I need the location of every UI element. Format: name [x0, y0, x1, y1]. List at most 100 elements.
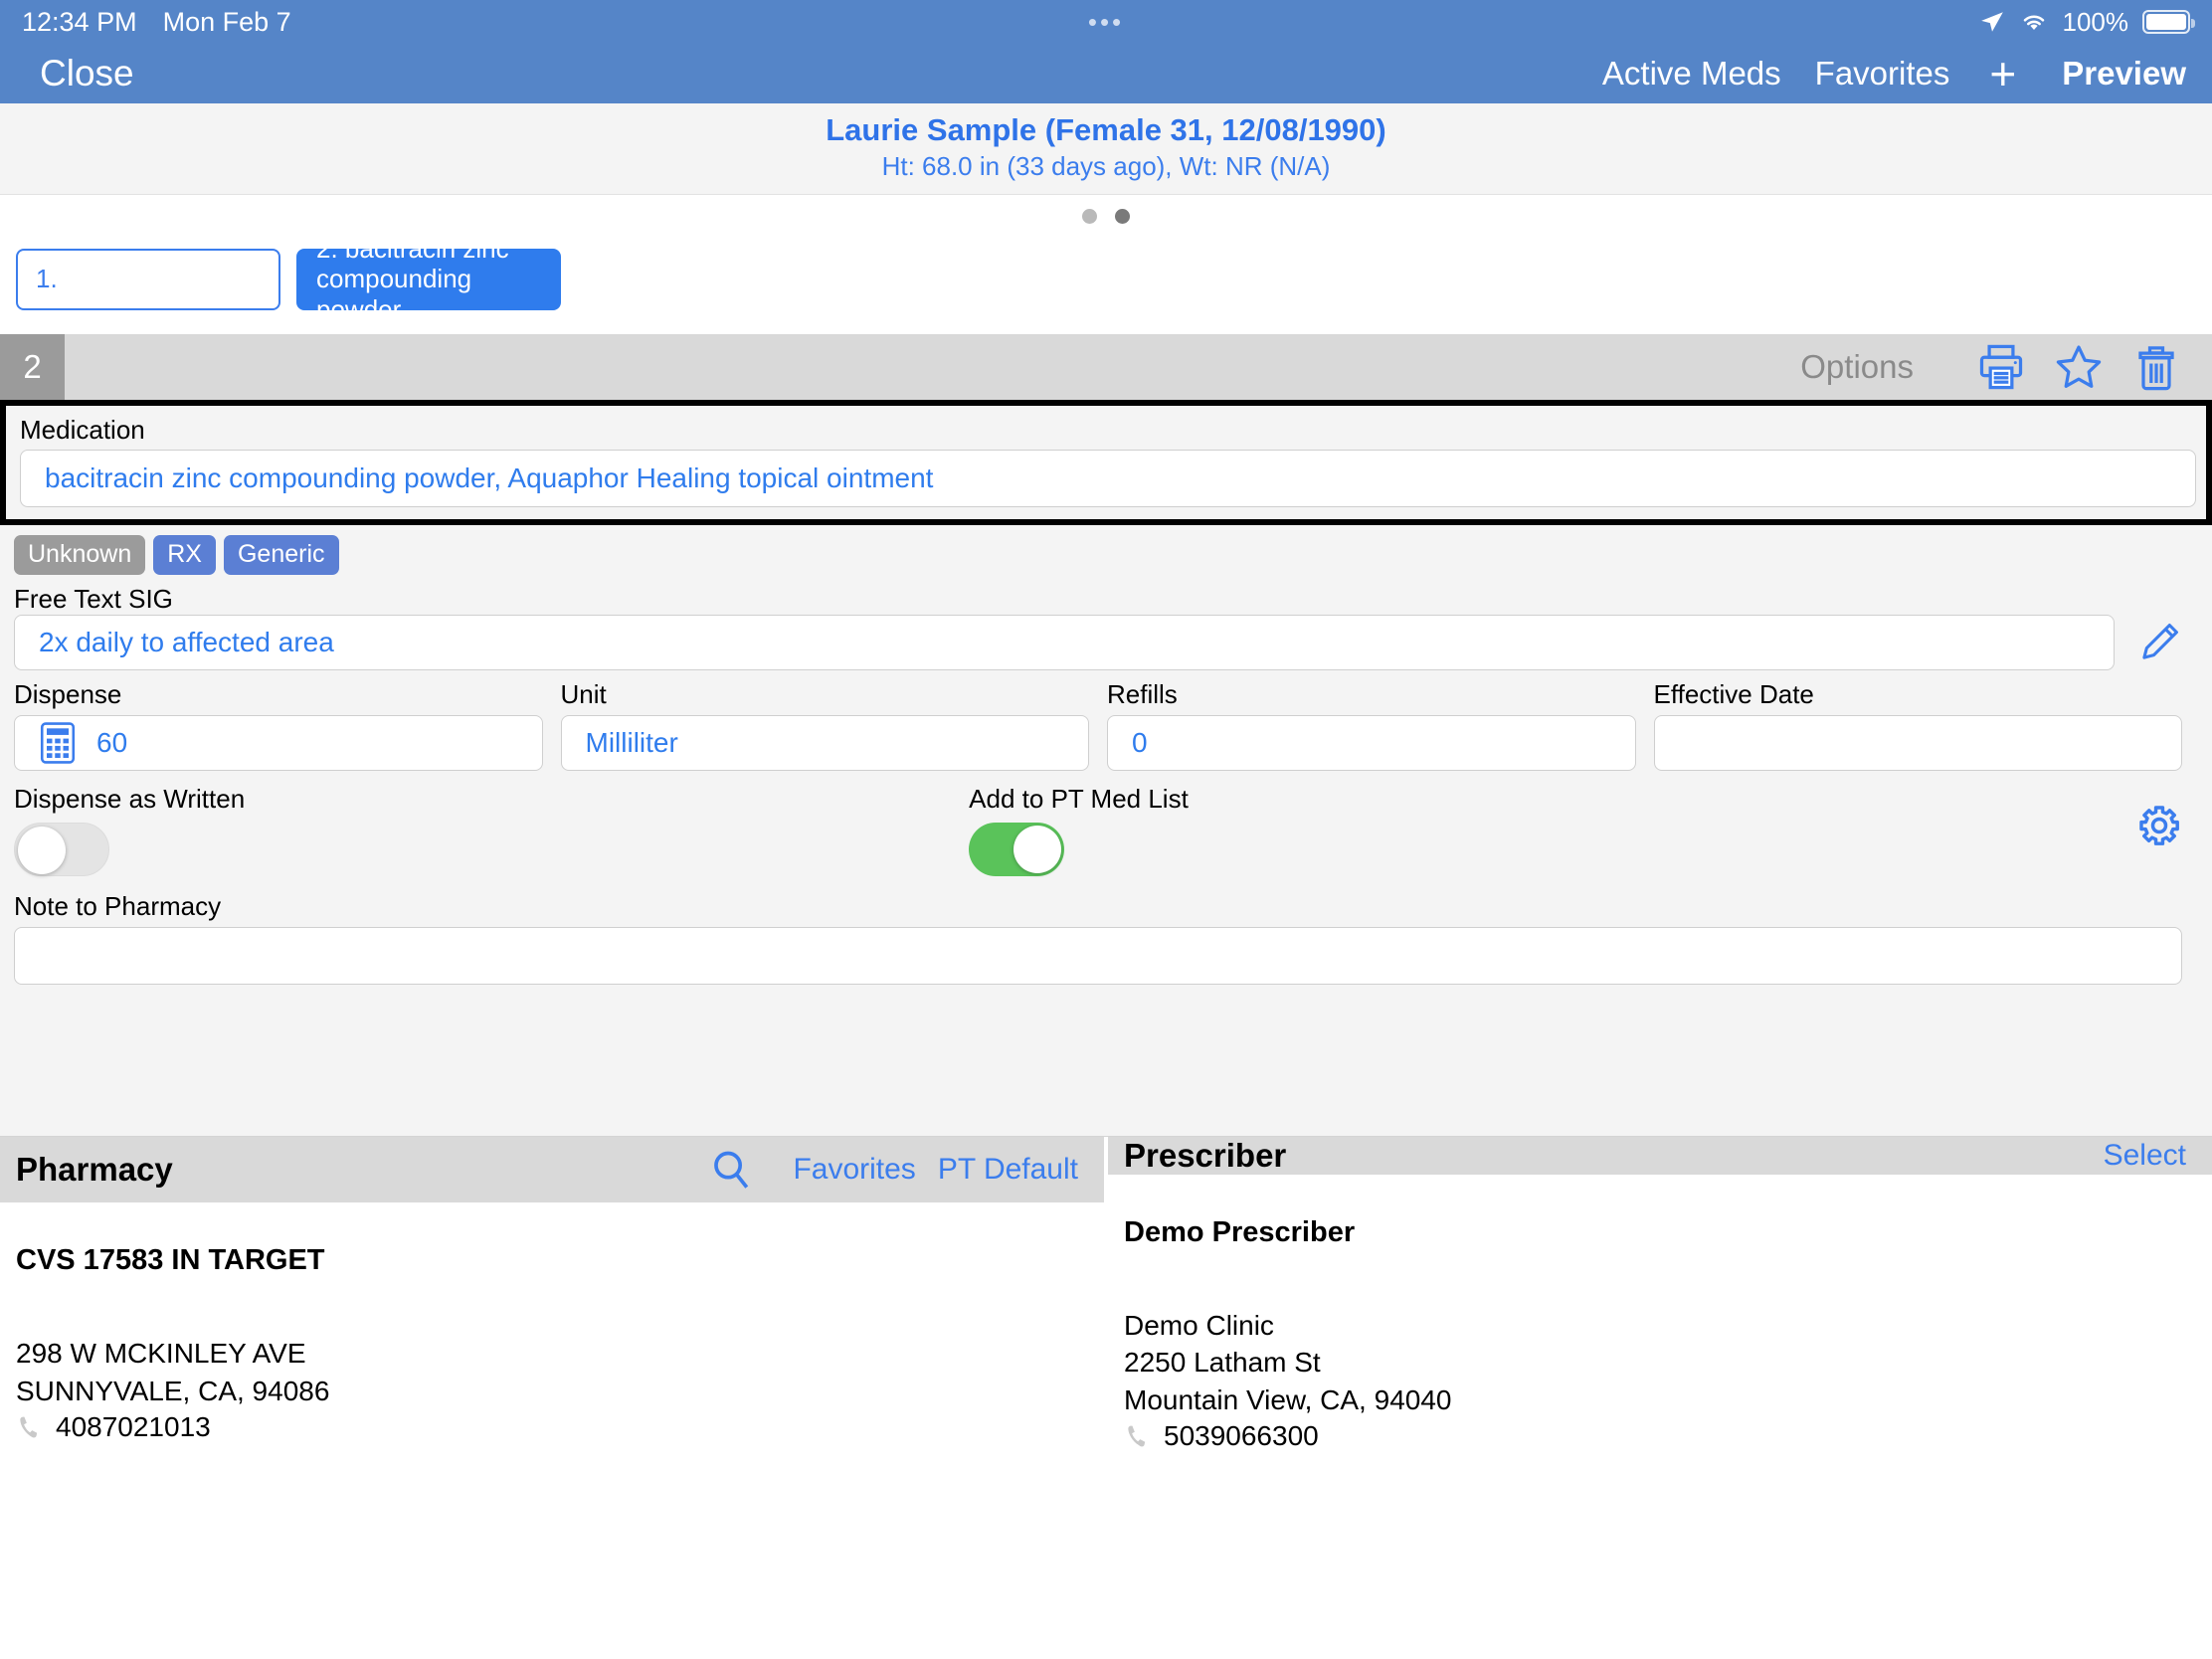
prescriber-details[interactable]: Demo Prescriber Demo Clinic 2250 Latham … [1108, 1175, 2212, 1451]
trash-icon[interactable] [2130, 341, 2182, 393]
dispense-input[interactable]: 60 [14, 714, 543, 771]
dispense-group: Dispense 60 [14, 678, 543, 771]
note-to-pharmacy-input[interactable] [14, 926, 2182, 985]
rx-chip-1-label: 1. [36, 264, 58, 294]
favorites-button[interactable]: Favorites [1815, 55, 1950, 92]
page-dot-1[interactable] [1082, 209, 1097, 225]
search-icon[interactable] [709, 1148, 753, 1192]
navigation-bar: Close Active Meds Favorites + Preview [0, 44, 2212, 103]
pharmacy-details[interactable]: CVS 17583 IN TARGET 298 W MCKINLEY AVE S… [0, 1202, 1104, 1442]
prescriber-name: Demo Prescriber [1124, 1215, 1356, 1248]
add-icon[interactable]: + [1983, 51, 2022, 96]
effective-date-label: Effective Date [1653, 679, 1814, 710]
phone-icon [16, 1412, 42, 1442]
gear-icon[interactable] [2136, 803, 2182, 848]
unit-value: Milliliter [585, 726, 678, 758]
prescriber-title: Prescriber [1124, 1136, 1287, 1174]
add-to-pt-med-list-label: Add to PT Med List [969, 783, 1189, 814]
medication-tags: Unknown RX Generic [0, 525, 2212, 577]
refills-value: 0 [1132, 726, 1148, 758]
toggle-row: Dispense as Written Add to PT Med List [0, 771, 2212, 877]
battery-percent: 100% [2062, 6, 2129, 37]
status-date: Mon Feb 7 [162, 6, 291, 37]
prescriber-address-line1: 2250 Latham St [1124, 1347, 1321, 1379]
status-bar: 12:34 PM Mon Feb 7 ••• 100% [0, 0, 2212, 44]
prescriber-panel: Prescriber Select Demo Prescriber Demo C… [1104, 1136, 2212, 1449]
pharmacy-title: Pharmacy [16, 1150, 173, 1188]
pharmacy-panel: Pharmacy Favorites PT Default CVS 17583 … [0, 1136, 1104, 1442]
dispense-as-written-toggle[interactable] [14, 823, 109, 877]
dispense-label: Dispense [14, 679, 122, 710]
location-arrow-icon [1979, 9, 2005, 35]
patient-vitals: Ht: 68.0 in (33 days ago), Wt: NR (N/A) [881, 150, 1331, 181]
prescriber-select-button[interactable]: Select [2104, 1139, 2186, 1173]
tag-rx[interactable]: RX [153, 535, 216, 575]
pharmacy-name: CVS 17583 IN TARGET [16, 1243, 325, 1276]
printer-icon[interactable] [1975, 341, 2027, 393]
prescriber-phone-row: 5039066300 [1124, 1421, 2212, 1451]
window-handle: ••• [0, 0, 2212, 44]
effective-date-group: Effective Date [1653, 678, 2182, 771]
add-to-pt-med-list-group: Add to PT Med List [969, 783, 1189, 877]
dispense-value: 60 [96, 726, 128, 758]
wifi-icon [2019, 10, 2049, 34]
pharmacy-address-line1: 298 W MCKINLEY AVE [16, 1337, 306, 1369]
close-button[interactable]: Close [40, 53, 134, 94]
battery-icon [2142, 10, 2195, 34]
prescriber-address-line2: Mountain View, CA, 94040 [1124, 1384, 1452, 1416]
refills-group: Refills 0 [1107, 678, 1636, 771]
pharmacy-phone: 4087021013 [56, 1410, 211, 1442]
tag-generic[interactable]: Generic [223, 535, 339, 575]
form-spacer [0, 984, 2212, 1136]
dispense-row: Dispense 60 Unit Milliliter Refills 0 Ef… [0, 670, 2212, 771]
pharmacy-panel-header: Pharmacy Favorites PT Default [0, 1136, 1104, 1202]
free-text-sig-input[interactable]: 2x daily to affected area [14, 615, 2115, 671]
active-meds-button[interactable]: Active Meds [1602, 55, 1781, 92]
status-time: 12:34 PM [22, 6, 137, 37]
rx-chip-2-label: 2. bacitracin zinc compounding powder,..… [316, 233, 509, 324]
free-text-sig-label: Free Text SIG [14, 583, 173, 614]
unit-label: Unit [560, 679, 607, 710]
prescription-form: Medication bacitracin zinc compounding p… [0, 399, 2212, 1136]
effective-date-input[interactable] [1653, 714, 2182, 771]
prescriber-clinic: Demo Clinic [1124, 1309, 1274, 1341]
patient-banner[interactable]: Laurie Sample (Female 31, 12/08/1990) Ht… [0, 103, 2212, 195]
rx-chip-list: 1. 2. bacitracin zinc compounding powder… [0, 234, 2212, 334]
medication-label: Medication [20, 414, 145, 445]
phone-icon [1124, 1421, 1150, 1451]
unit-input[interactable]: Milliliter [560, 714, 1089, 771]
note-to-pharmacy-block: Note to Pharmacy [0, 876, 2212, 985]
calculator-icon[interactable] [39, 721, 77, 765]
preview-button[interactable]: Preview [2062, 55, 2186, 92]
status-bar-left: 12:34 PM Mon Feb 7 [22, 7, 291, 38]
refills-input[interactable]: 0 [1107, 714, 1636, 771]
rx-toolbar: 2 Options [0, 333, 2212, 400]
medication-value: bacitracin zinc compounding powder, Aqua… [45, 462, 934, 494]
tag-unknown[interactable]: Unknown [14, 535, 146, 575]
free-text-sig-block: Free Text SIG 2x daily to affected area [0, 577, 2212, 671]
rx-index-badge: 2 [0, 333, 65, 400]
free-text-sig-value: 2x daily to affected area [39, 627, 334, 658]
pharmacy-pt-default-button[interactable]: PT Default [938, 1153, 1078, 1187]
prescriber-phone: 5039066300 [1164, 1419, 1319, 1451]
status-bar-right: 100% [1979, 6, 2195, 38]
refills-label: Refills [1107, 679, 1178, 710]
rx-chip-2[interactable]: 2. bacitracin zinc compounding powder,..… [296, 234, 561, 324]
handle-dots-icon: ••• [1087, 7, 1125, 37]
note-to-pharmacy-label: Note to Pharmacy [14, 891, 222, 922]
medication-block: Medication bacitracin zinc compounding p… [0, 399, 2212, 526]
medication-input[interactable]: bacitracin zinc compounding powder, Aqua… [20, 450, 2196, 508]
star-icon[interactable] [2053, 341, 2105, 393]
pencil-icon[interactable] [2136, 620, 2182, 665]
options-button[interactable]: Options [1800, 348, 1914, 386]
navigation-actions: Active Meds Favorites + Preview [1602, 51, 2186, 96]
patient-name: Laurie Sample (Female 31, 12/08/1990) [826, 112, 1386, 147]
prescriber-panel-header: Prescriber Select [1108, 1136, 2212, 1175]
add-to-pt-med-list-toggle[interactable] [969, 823, 1065, 877]
bottom-panels: Pharmacy Favorites PT Default CVS 17583 … [0, 1135, 2212, 1449]
pharmacy-favorites-button[interactable]: Favorites [793, 1153, 915, 1187]
unit-group: Unit Milliliter [560, 678, 1089, 771]
page-indicator[interactable] [0, 194, 2212, 239]
rx-chip-1[interactable]: 1. [16, 248, 280, 310]
page-dot-2[interactable] [1115, 209, 1130, 225]
